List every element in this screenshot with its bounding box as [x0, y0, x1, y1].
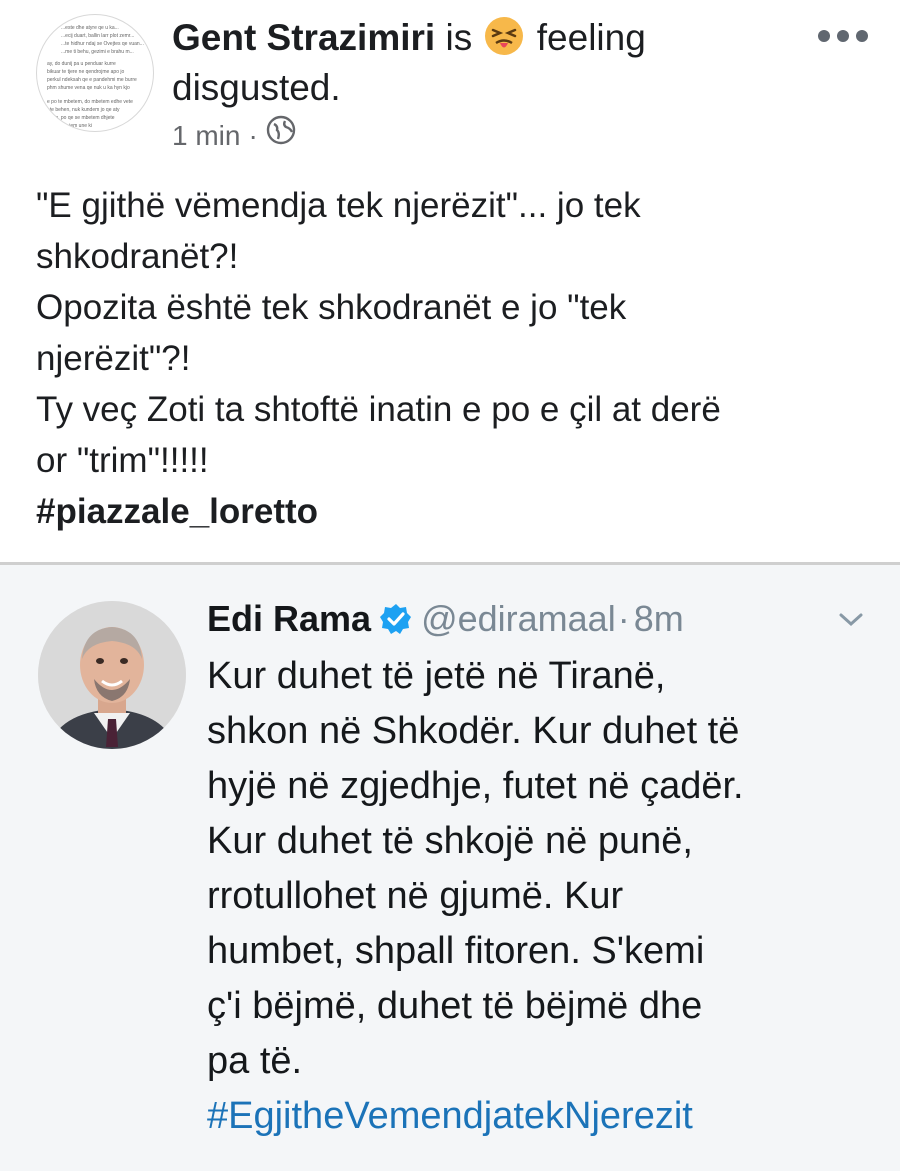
- avatar-text-line: e po te mbetem, do mbetem edhe vete: [47, 99, 133, 105]
- tweet-text-line: Kur duhet të jetë në Tiranë,: [207, 655, 666, 697]
- disgusted-emoji-icon: [484, 16, 524, 66]
- is-word: is: [445, 17, 473, 58]
- avatar-text-line: perkul ndeksah qe e pandehmi me burre: [47, 77, 137, 83]
- post-hashtag-link[interactable]: #piazzale_loretto: [36, 486, 866, 537]
- meta-separator: ·: [248, 119, 258, 151]
- author-avatar[interactable]: ...este dhe atyre qe u ka... ...ecij duar…: [36, 14, 154, 132]
- avatar-text-line: ay, do dunij pa u penduar kurre: [47, 61, 116, 67]
- avatar-text-line: ...este dhe atyre qe u ka...: [61, 25, 119, 31]
- chevron-down-icon[interactable]: [838, 611, 864, 634]
- post-body-line: or "trim"!!!!!: [36, 441, 209, 480]
- tweet-text-line: shkon në Shkodër. Kur duhet të: [207, 710, 740, 752]
- avatar-text-line: ...thje- do jem une ki: [47, 123, 92, 129]
- tweet-separator: ·: [617, 598, 630, 639]
- post-body-line: Opozita është tek shkodranët e jo "tek: [36, 288, 627, 327]
- avatar-text-line: ...ecij duart, ballin larr plot zemr...: [61, 33, 134, 39]
- tweet-text-line: ç'i bëjmë, duhet të bëjmë dhe: [207, 985, 703, 1027]
- tweet-header: Edi Rama @ediramaal · 8m: [207, 595, 684, 643]
- avatar-text-line: ...em, po qe se mbetem dhjete: [47, 115, 115, 121]
- more-options-icon[interactable]: [818, 30, 868, 42]
- post-body-line: Ty veç Zoti ta shtoftë inatin e po e çil…: [36, 390, 721, 429]
- post-body-line: njerëzit"?!: [36, 339, 191, 378]
- tweet-text: Kur duhet të jetë në Tiranë, shkon në Sh…: [207, 649, 872, 1144]
- tweet-text-line: hyjë në zgjedhje, futet në çadër.: [207, 765, 744, 807]
- globe-icon[interactable]: [266, 115, 296, 156]
- tweet-text-line: Kur duhet të shkojë në punë,: [207, 820, 693, 862]
- post-meta: 1 min ·: [172, 115, 296, 156]
- post-body: "E gjithë vëmendja tek njerëzit"... jo t…: [36, 180, 866, 537]
- tweet-handle[interactable]: @ediramaal: [421, 595, 616, 643]
- avatar-text-line: bikuar te tjere ne qendrojme apo jo: [47, 69, 124, 75]
- person-portrait-image: [38, 601, 186, 749]
- avatar-text-line: ...te hidhur ndaj se Ovejtes qe vuan...: [61, 41, 144, 47]
- post-body-line: "E gjithë vëmendja tek njerëzit"... jo t…: [36, 186, 641, 225]
- avatar-text-image: ...este dhe atyre qe u ka... ...ecij duar…: [47, 25, 144, 129]
- avatar-text-line: t te behen, nuk kundem jo qe aty: [47, 107, 120, 113]
- verified-badge-icon: [379, 602, 413, 636]
- tweet-author-name[interactable]: Edi Rama: [207, 595, 371, 643]
- tweet-text-line: pa të.: [207, 1040, 303, 1082]
- facebook-post: ...este dhe atyre qe u ka... ...ecij duar…: [0, 0, 900, 562]
- tweet-avatar[interactable]: [38, 601, 186, 749]
- tweet-hashtag-link[interactable]: #EgjitheVemendjatekNjerezit: [207, 1089, 872, 1144]
- post-header: Gent Strazimiri is feeling: [172, 16, 812, 66]
- feeling-text[interactable]: disgusted.: [172, 66, 341, 110]
- post-body-line: shkodranët?!: [36, 237, 239, 276]
- feeling-prefix: feeling: [536, 17, 646, 58]
- embedded-tweet-screenshot: Edi Rama @ediramaal · 8m Kur duhet të je…: [0, 565, 900, 1171]
- avatar-text-line: phm shume vena qe nuk u ka hyn kjo: [47, 85, 130, 91]
- avatar-text-line: ...me ti behu, gezimi e brahu m...: [61, 49, 134, 55]
- tweet-time[interactable]: 8m: [634, 595, 684, 643]
- tweet-text-line: rrotullohet në gjumë. Kur: [207, 875, 624, 917]
- tweet-text-line: humbet, shpall fitoren. S'kemi: [207, 930, 705, 972]
- post-time[interactable]: 1 min: [172, 116, 240, 156]
- author-name[interactable]: Gent Strazimiri: [172, 17, 435, 58]
